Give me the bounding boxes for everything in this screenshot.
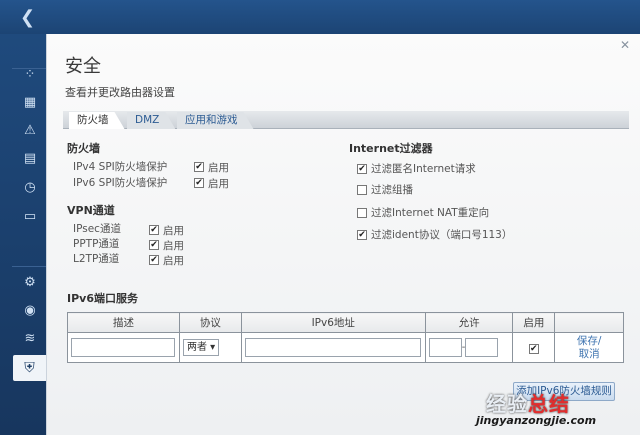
- tab-firewall[interactable]: 防火墙: [69, 112, 125, 129]
- rail-separator: [12, 266, 46, 267]
- protocol-value: 两者: [186, 342, 207, 353]
- cancel-link[interactable]: 取消: [558, 348, 620, 361]
- page-subtitle: 查看并更改路由器设置: [65, 86, 175, 99]
- pptp-enable-label: 启用: [163, 240, 184, 252]
- protocol-cell: 两者 ▾: [178, 332, 242, 363]
- devices-icon[interactable]: ▤: [21, 150, 39, 168]
- ipv6-spi-enable-label: 启用: [208, 178, 229, 190]
- port-to-input[interactable]: [465, 338, 499, 357]
- close-icon[interactable]: ✕: [620, 38, 630, 52]
- dropdown-arrow-icon: ▾: [210, 342, 216, 353]
- page-title: 安全: [65, 56, 101, 77]
- description-input[interactable]: [71, 338, 175, 357]
- security-panel: ✕ 安全 查看并更改路由器设置 防火墙 DMZ 应用和游戏 防火墙 IPv4 S…: [46, 34, 640, 435]
- tab-dmz[interactable]: DMZ: [127, 112, 175, 129]
- col-allow: 允许: [424, 312, 514, 333]
- filter-multicast-checkbox[interactable]: [357, 185, 367, 195]
- ipsec-enable-label: 启用: [163, 225, 184, 237]
- filter-ident-checkbox[interactable]: ✔: [357, 230, 367, 240]
- chevron-left-icon[interactable]: ❮: [20, 8, 40, 28]
- filter-multicast-label: 过滤组播: [371, 184, 413, 196]
- ipv4-spi-checkbox[interactable]: ✔: [194, 162, 204, 172]
- col-description: 描述: [67, 312, 180, 333]
- vpn-heading: VPN通道: [67, 204, 115, 217]
- ipv4-spi-enable-label: 启用: [208, 162, 229, 174]
- save-link[interactable]: 保存/: [558, 335, 620, 348]
- table-row: 两者 ▾ - ✔ 保存/ 取消: [67, 332, 624, 363]
- allow-cell: -: [424, 332, 514, 363]
- wireless-icon[interactable]: ≋: [21, 330, 39, 348]
- watermark-text1: 经验: [486, 392, 528, 416]
- pptp-label: PPTP通道: [73, 238, 120, 250]
- port-from-input[interactable]: [428, 338, 462, 357]
- watermark-url: jingyanzongjie.com: [476, 414, 597, 427]
- ipv6-address-input[interactable]: [244, 338, 421, 357]
- table-header-row: 描述 协议 IPv6地址 允许 启用: [67, 312, 624, 333]
- ipv6-spi-checkbox[interactable]: ✔: [194, 178, 204, 188]
- left-icon-rail: ⁘ ▦ ⚠ ▤ ◷ ▭ ⚙ ◉ ≋ ⛨: [0, 34, 46, 435]
- diagnostics-icon[interactable]: ◉: [21, 302, 39, 320]
- ipv6-address-cell: [240, 332, 426, 363]
- ipv6-ports-table: 描述 协议 IPv6地址 允许 启用 两者 ▾ - ✔ 保存/ 取消: [67, 312, 624, 363]
- internet-filter-heading: Internet过滤器: [349, 142, 433, 155]
- watermark-text2: 总结: [528, 392, 570, 416]
- filter-nat-redirect-checkbox[interactable]: [357, 208, 367, 218]
- col-protocol: 协议: [178, 312, 242, 333]
- media-icon[interactable]: ▭: [21, 208, 39, 226]
- actions-cell: 保存/ 取消: [554, 332, 624, 363]
- description-cell: [67, 332, 180, 363]
- settings-icon[interactable]: ⚙: [21, 274, 39, 292]
- calendar-icon[interactable]: ▦: [21, 94, 39, 112]
- filter-anonymous-label: 过滤匿名Internet请求: [371, 163, 476, 175]
- security-shield-icon[interactable]: ⛨: [13, 355, 46, 381]
- ipv4-spi-label: IPv4 SPI防火墙保护: [73, 161, 168, 173]
- filter-anonymous-checkbox[interactable]: ✔: [357, 164, 367, 174]
- col-ipv6-address: IPv6地址: [240, 312, 426, 333]
- l2tp-enable-label: 启用: [163, 255, 184, 267]
- ipsec-label: IPsec通道: [73, 223, 121, 235]
- top-bar: ❮: [0, 0, 640, 34]
- firewall-heading: 防火墙: [67, 142, 100, 155]
- clock-icon[interactable]: ◷: [21, 179, 39, 197]
- col-enable: 启用: [512, 312, 556, 333]
- enable-cell: ✔: [512, 332, 556, 363]
- filter-ident-label: 过滤ident协议（端口号113）: [371, 229, 513, 241]
- filter-nat-redirect-label: 过滤Internet NAT重定向: [371, 207, 490, 219]
- tab-apps-games[interactable]: 应用和游戏: [177, 112, 254, 129]
- enable-checkbox[interactable]: ✔: [528, 344, 539, 354]
- ipsec-checkbox[interactable]: ✔: [149, 225, 159, 235]
- alert-icon[interactable]: ⚠: [21, 122, 39, 140]
- l2tp-checkbox[interactable]: ✔: [149, 255, 159, 265]
- pptp-checkbox[interactable]: ✔: [149, 240, 159, 250]
- watermark: 经验总结: [486, 388, 570, 417]
- tab-bar: 防火墙 DMZ 应用和游戏: [63, 111, 629, 129]
- l2tp-label: L2TP通道: [73, 253, 120, 265]
- network-map-icon[interactable]: ⁘: [21, 66, 39, 84]
- ipv6-ports-heading: IPv6端口服务: [67, 292, 138, 305]
- protocol-select[interactable]: 两者 ▾: [182, 339, 220, 356]
- col-actions: [554, 312, 624, 333]
- ipv6-spi-label: IPv6 SPI防火墙保护: [73, 177, 168, 189]
